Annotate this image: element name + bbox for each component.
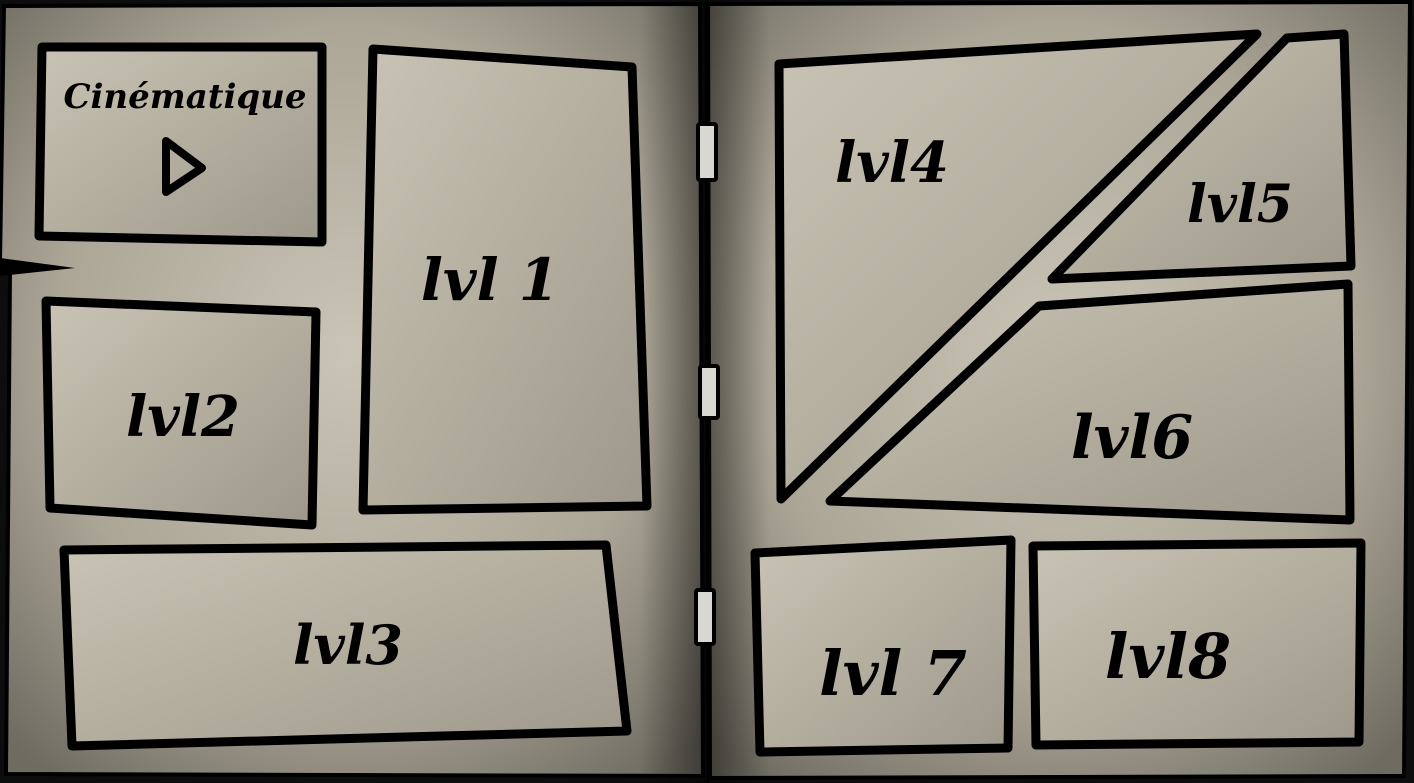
- level-8-label: lvl8: [1105, 620, 1231, 693]
- comic-book-level-select: Cinématique lvl 1 lvl2 lvl3 lvl4 lvl5 lv…: [0, 0, 1414, 783]
- level-4-label: lvl4: [835, 130, 949, 196]
- book-canvas: Cinématique lvl 1 lvl2 lvl3 lvl4 lvl5 lv…: [0, 0, 1413, 783]
- level-3-button[interactable]: lvl3: [59, 540, 632, 751]
- binder-ring-top: [696, 122, 718, 182]
- cinematic-button[interactable]: Cinématique: [34, 42, 327, 247]
- level-8-button[interactable]: lvl8: [1028, 538, 1366, 750]
- level-2-button[interactable]: lvl2: [41, 296, 321, 530]
- binder-ring-middle: [698, 364, 720, 420]
- level-7-button[interactable]: lvl 7: [750, 535, 1016, 757]
- level-3-label: lvl3: [293, 613, 403, 677]
- level-1-label: lvl 1: [421, 246, 559, 314]
- binder-ring-bottom: [694, 588, 716, 646]
- cinematic-label: Cinématique: [63, 77, 306, 117]
- level-1-button[interactable]: lvl 1: [358, 44, 652, 515]
- level-5-label: lvl5: [1187, 174, 1293, 235]
- level-6-label: lvl6: [1071, 403, 1193, 473]
- level-7-label: lvl 7: [819, 637, 967, 710]
- level-2-label: lvl2: [126, 384, 240, 450]
